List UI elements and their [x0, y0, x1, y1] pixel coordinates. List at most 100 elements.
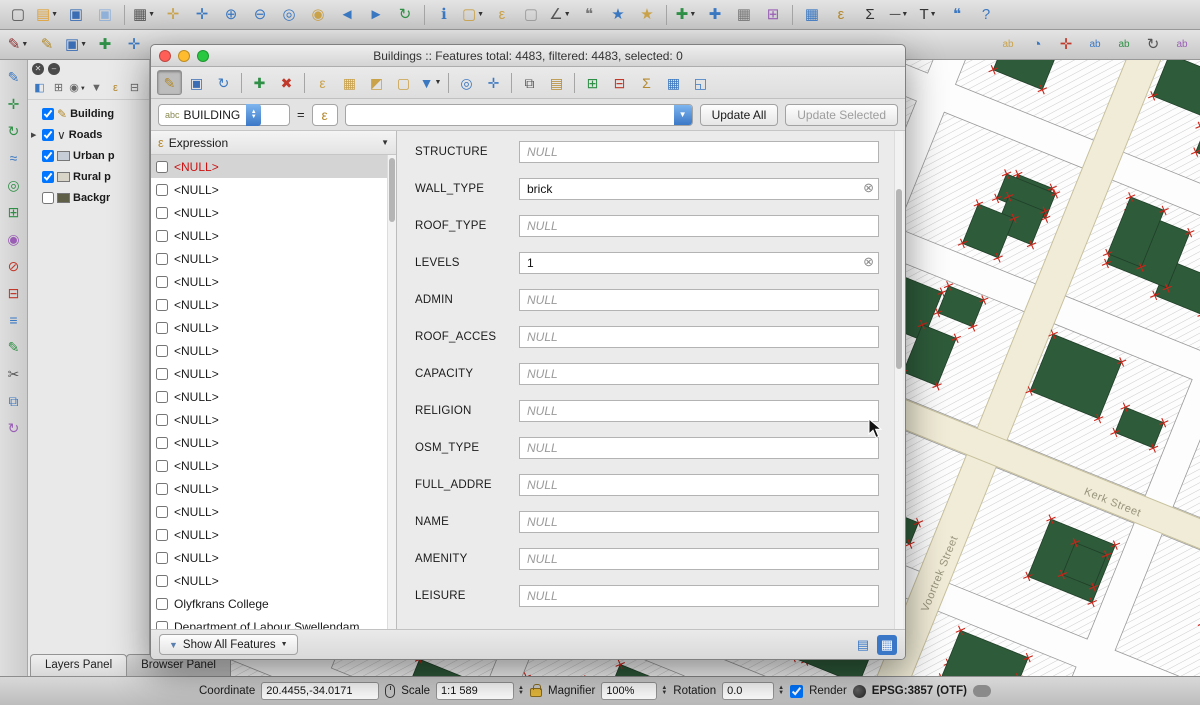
crs-button[interactable]: EPSG:3857 (OTF)	[872, 685, 967, 697]
feature-checkbox[interactable]	[156, 345, 168, 357]
feature-list-item[interactable]: <NULL>	[151, 155, 396, 178]
layer-visibility-checkbox[interactable]	[42, 129, 54, 141]
select-by-expression-icon[interactable]: ε	[489, 3, 515, 27]
measure-icon[interactable]: ∠▼	[547, 3, 573, 27]
field-input-full_addre[interactable]	[519, 474, 879, 496]
feature-list-item[interactable]: <NULL>	[151, 523, 396, 546]
offset-curve-icon[interactable]: ≡	[2, 307, 26, 332]
layer-visibility-checkbox[interactable]	[42, 171, 54, 183]
pin-labels-icon[interactable]: ✛	[1053, 33, 1079, 57]
layer-item-urban-p[interactable]: Urban p	[28, 145, 149, 166]
add-vector-layer-icon[interactable]: ✚	[702, 3, 728, 27]
feature-checkbox[interactable]	[156, 368, 168, 380]
simplify-feature-icon[interactable]: ≈	[2, 145, 26, 170]
feature-checkbox[interactable]	[156, 460, 168, 472]
field-input-roof_acces[interactable]	[519, 326, 879, 348]
feature-list-item[interactable]: <NULL>	[151, 500, 396, 523]
refresh-map-icon[interactable]: ↻	[392, 3, 418, 27]
rotation-stepper[interactable]: ▲▼	[778, 686, 784, 696]
mouse-position-icon[interactable]	[385, 684, 395, 698]
feature-checkbox[interactable]	[156, 391, 168, 403]
feature-checkbox[interactable]	[156, 529, 168, 541]
add-raster-layer-icon[interactable]: ▦	[731, 3, 757, 27]
reload-table-icon[interactable]: ↻	[211, 70, 236, 95]
feature-list-item[interactable]: <NULL>	[151, 247, 396, 270]
advanced-digitizing-icon[interactable]: ✎	[2, 64, 26, 89]
feature-checkbox[interactable]	[156, 575, 168, 587]
field-input-capacity[interactable]	[519, 363, 879, 385]
save-project-icon[interactable]: ▣	[63, 3, 89, 27]
layer-item-backgr[interactable]: Backgr	[28, 187, 149, 208]
zoom-to-selection-icon[interactable]: ◉	[305, 3, 331, 27]
new-field-icon[interactable]: ⊞	[580, 70, 605, 95]
update-all-button[interactable]: Update All	[700, 104, 779, 126]
feature-list-item[interactable]: <NULL>	[151, 339, 396, 362]
layer-item-rural-p[interactable]: Rural p	[28, 166, 149, 187]
new-bookmark-icon[interactable]: ★	[605, 3, 631, 27]
feature-checkbox[interactable]	[156, 414, 168, 426]
feature-list-item[interactable]: Department of Labour Swellendam	[151, 615, 396, 629]
tab-layers-panel[interactable]: Layers Panel	[30, 654, 127, 676]
feature-checkbox[interactable]	[156, 253, 168, 265]
feature-checkbox[interactable]	[156, 207, 168, 219]
manage-map-themes-icon[interactable]: ◉▼	[69, 80, 86, 98]
feature-checkbox[interactable]	[156, 506, 168, 518]
delete-part-icon[interactable]: ⊟	[2, 280, 26, 305]
current-edits-icon[interactable]: ✎▼	[5, 33, 31, 57]
add-database-layer-icon[interactable]: ⊞	[760, 3, 786, 27]
feature-checkbox[interactable]	[156, 483, 168, 495]
coordinate-input[interactable]	[261, 682, 379, 700]
invert-selection-icon[interactable]: ◩	[364, 70, 389, 95]
field-input-osm_type[interactable]	[519, 437, 879, 459]
feature-list-item[interactable]: <NULL>	[151, 293, 396, 316]
move-label-icon[interactable]: ab	[1111, 33, 1137, 57]
toggle-editing-icon[interactable]: ✎	[34, 33, 60, 57]
feature-checkbox[interactable]	[156, 598, 168, 610]
field-input-roof_type[interactable]	[519, 215, 879, 237]
scale-combo[interactable]	[436, 682, 514, 700]
field-input-leisure[interactable]	[519, 585, 879, 607]
feature-list-item[interactable]: <NULL>	[151, 201, 396, 224]
scroll-thumb[interactable]	[896, 189, 902, 369]
feature-checkbox[interactable]	[156, 322, 168, 334]
zoom-last-icon[interactable]: ◄	[334, 3, 360, 27]
show-hide-labels-icon[interactable]: ab	[1082, 33, 1108, 57]
open-field-calculator-icon[interactable]: Σ	[634, 70, 659, 95]
delete-ring-icon[interactable]: ⊘	[2, 253, 26, 278]
change-label-icon[interactable]: ab	[1169, 33, 1195, 57]
toggle-editing-icon[interactable]: ✎	[157, 70, 182, 95]
open-attribute-table-icon[interactable]: ▦	[799, 3, 825, 27]
clear-value-icon[interactable]: ⊗	[863, 255, 874, 268]
panel-close-icon[interactable]: ✕	[32, 63, 44, 75]
feature-checkbox[interactable]	[156, 299, 168, 311]
split-features-icon[interactable]: ✂	[2, 361, 26, 386]
combo-dropdown-icon[interactable]: ▼	[674, 105, 692, 125]
zoom-out-icon[interactable]: ⊖	[247, 3, 273, 27]
feature-list-scrollbar[interactable]	[387, 155, 396, 629]
panel-float-icon[interactable]: –	[48, 63, 60, 75]
feature-checkbox[interactable]	[156, 161, 168, 173]
dock-attribute-table-icon[interactable]: ◱	[688, 70, 713, 95]
select-features-icon[interactable]: ▢▼	[460, 3, 486, 27]
feature-list-item[interactable]: <NULL>	[151, 362, 396, 385]
add-feature-icon[interactable]: ✚	[92, 33, 118, 57]
minimize-window-icon[interactable]	[178, 50, 190, 62]
field-input-amenity[interactable]	[519, 548, 879, 570]
delete-selected-icon[interactable]: ✖	[274, 70, 299, 95]
feature-list-item[interactable]: <NULL>	[151, 454, 396, 477]
new-project-icon[interactable]: ▢	[5, 3, 31, 27]
add-feature-icon[interactable]: ✚	[247, 70, 272, 95]
layer-visibility-checkbox[interactable]	[42, 150, 54, 162]
rotation-input[interactable]	[722, 682, 774, 700]
magnifier-input[interactable]	[601, 682, 657, 700]
feature-list-item[interactable]: <NULL>	[151, 569, 396, 592]
filter-by-expression-icon[interactable]: ε	[107, 80, 124, 98]
close-window-icon[interactable]	[159, 50, 171, 62]
feature-checkbox[interactable]	[156, 230, 168, 242]
field-input-structure[interactable]	[519, 141, 879, 163]
show-all-features-button[interactable]: ▼ Show All Features ▼	[159, 634, 298, 655]
show-bookmarks-icon[interactable]: ★	[634, 3, 660, 27]
delete-field-icon[interactable]: ⊟	[607, 70, 632, 95]
open-layer-styling-icon[interactable]: ◧	[31, 80, 48, 98]
conditional-formatting-icon[interactable]: ▦	[661, 70, 686, 95]
